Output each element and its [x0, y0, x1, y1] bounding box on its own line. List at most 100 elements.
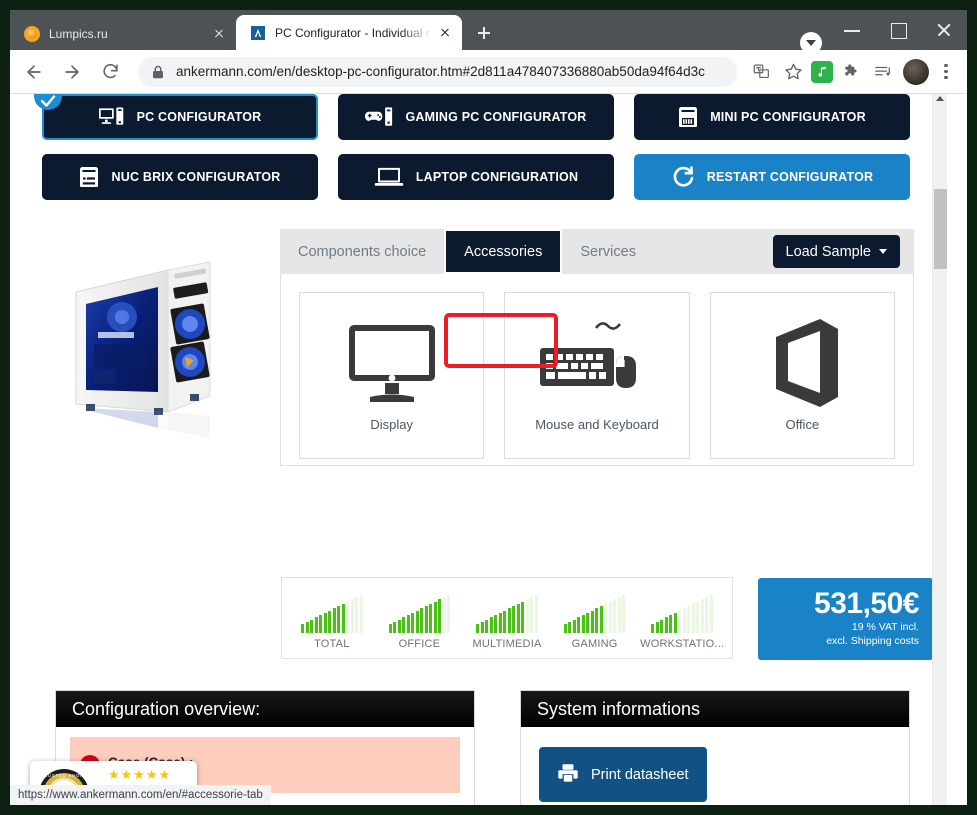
price-box: 531,50€ 19 % VAT incl. excl. Shipping co… [758, 578, 933, 660]
load-sample-button[interactable]: Load Sample [772, 235, 900, 268]
playlist-icon[interactable] [869, 58, 897, 86]
page-content: PC CONFIGURATOR GAMING PC CONFIGURATOR M… [10, 94, 947, 805]
chevron-down-icon [879, 249, 887, 254]
scroll-up-arrow-icon[interactable] [936, 96, 944, 101]
check-badge-icon [34, 94, 62, 110]
gauge-label: MULTIMEDIA [472, 638, 542, 650]
window-controls [829, 10, 967, 50]
price-amount: 531,50€ [814, 587, 919, 621]
gauge-multimedia: MULTIMEDIA [467, 593, 547, 650]
system-buttons: Print datasheet Show Connections [521, 727, 909, 805]
gauge-label: GAMING [571, 638, 618, 650]
browser-toolbar: ankermann.com/en/desktop-pc-configurator… [10, 50, 967, 94]
translate-icon[interactable] [747, 58, 775, 86]
address-bar[interactable]: ankermann.com/en/desktop-pc-configurator… [138, 56, 737, 87]
reload-icon[interactable] [94, 56, 126, 88]
browser-tab-lumpics[interactable]: Lumpics.ru [10, 17, 236, 50]
star-icon[interactable] [779, 58, 807, 86]
monitor-icon [344, 315, 440, 411]
accessory-label: Office [785, 417, 820, 432]
accessory-card-office[interactable]: Office [709, 292, 895, 459]
button-label: MINI PC CONFIGURATOR [710, 110, 866, 124]
back-arrow-icon[interactable] [18, 56, 50, 88]
page-scrollbar[interactable] [932, 94, 947, 805]
price-shipping-note: excl. Shipping costs [826, 634, 919, 647]
mini-pc-icon [678, 105, 698, 129]
gauge-bars [388, 593, 451, 633]
tab-title: Lumpics.ru [49, 26, 108, 41]
load-sample-label: Load Sample [785, 243, 871, 260]
kebab-menu-icon[interactable] [933, 63, 959, 80]
browser-tab-pc-configurator[interactable]: PC Configurator - Individual cust [236, 15, 462, 50]
accessory-card-mouse-keyboard[interactable]: Mouse and Keyboard [504, 292, 690, 459]
tab-title: PC Configurator - Individual cust [275, 25, 432, 40]
accessory-card-display[interactable]: Display [299, 292, 485, 459]
music-note-icon[interactable] [811, 60, 833, 83]
product-image [50, 244, 268, 474]
price-vat-note: 19 % VAT incl. [851, 620, 919, 633]
desktop-pc-icon [98, 106, 125, 128]
button-label: RESTART CONFIGURATOR [706, 170, 874, 184]
tab-label: Accessories [464, 243, 543, 260]
page-viewport: PC CONFIGURATOR GAMING PC CONFIGURATOR M… [10, 94, 967, 805]
printer-icon [557, 762, 579, 788]
mini-pc-configurator-button[interactable]: MINI PC CONFIGURATOR [634, 94, 910, 140]
gauge-label: WORKSTATIO... [640, 638, 725, 650]
browser-window: Lumpics.ru PC Configurator - Individual … [10, 10, 967, 805]
pc-configurator-button[interactable]: PC CONFIGURATOR [34, 94, 318, 140]
close-icon[interactable] [210, 25, 228, 43]
status-bar: https://www.ankermann.com/en/#accessorie… [10, 785, 271, 805]
restart-configurator-button[interactable]: RESTART CONFIGURATOR [634, 154, 910, 200]
close-icon[interactable] [436, 24, 454, 42]
configurator-type-buttons: PC CONFIGURATOR GAMING PC CONFIGURATOR M… [34, 94, 914, 200]
gauge-bars [651, 593, 713, 633]
url-text: ankermann.com/en/desktop-pc-configurator… [176, 64, 705, 79]
gaming-pc-configurator-button[interactable]: GAMING PC CONFIGURATOR [338, 94, 614, 140]
laptop-configuration-button[interactable]: LAPTOP CONFIGURATION [338, 154, 614, 200]
keyboard-mouse-icon [538, 315, 656, 411]
close-icon[interactable] [921, 10, 967, 50]
minimize-icon[interactable] [829, 10, 875, 50]
nuc-brix-icon [79, 165, 99, 189]
button-label: PC CONFIGURATOR [136, 110, 262, 124]
tab-components-choice[interactable]: Components choice [280, 229, 444, 274]
gauge-label: OFFICE [398, 638, 441, 650]
star-rating: ★★★★★ [107, 767, 172, 782]
puzzle-icon[interactable] [837, 58, 865, 86]
configurator-tabbar: Components choice Accessories Services L… [280, 229, 914, 274]
gauge-workstation: WORKSTATIO... [640, 593, 725, 650]
performance-gauges: TOTAL OFFICE MULTIMEDIA GAMING WORKSTATI… [281, 577, 733, 659]
maximize-icon[interactable] [875, 10, 921, 50]
gauge-gaming: GAMING [555, 593, 635, 650]
lock-icon [152, 65, 166, 79]
button-label: Print datasheet [591, 766, 689, 783]
svg-text:TRUSTED SHOPS: TRUSTED SHOPS [41, 773, 88, 778]
gauge-bars [563, 593, 626, 633]
restart-icon [671, 165, 695, 189]
tab-label: Services [580, 243, 636, 260]
tab-label: Components choice [298, 243, 427, 260]
button-label: NUC BRIX CONFIGURATOR [111, 170, 281, 184]
orange-circle-icon [24, 25, 40, 42]
panel-title: System informations [521, 691, 909, 727]
screenshot-root: Lumpics.ru PC Configurator - Individual … [0, 0, 977, 815]
panel-title: Configuration overview: [56, 691, 474, 727]
accessory-label: Display [370, 417, 413, 432]
button-label: GAMING PC CONFIGURATOR [405, 110, 587, 124]
scrollbar-thumb[interactable] [934, 189, 947, 269]
new-tab-button[interactable] [470, 19, 498, 47]
tab-accessories[interactable]: Accessories [444, 229, 563, 274]
tab-services[interactable]: Services [562, 229, 654, 274]
ankermann-logo-icon [250, 24, 266, 41]
accessory-label: Mouse and Keyboard [535, 417, 659, 432]
button-label: LAPTOP CONFIGURATION [415, 170, 579, 184]
accessories-panel: Display Mouse and Keyboard Office [280, 274, 914, 466]
avatar[interactable] [903, 58, 929, 85]
gauge-bars [301, 593, 363, 633]
nuc-brix-configurator-button[interactable]: NUC BRIX CONFIGURATOR [42, 154, 318, 200]
tab-search-icon[interactable] [800, 32, 822, 54]
gauge-label: TOTAL [314, 638, 350, 650]
gauge-bars [476, 593, 538, 633]
forward-arrow-icon[interactable] [56, 56, 88, 88]
print-datasheet-button[interactable]: Print datasheet [539, 747, 707, 802]
